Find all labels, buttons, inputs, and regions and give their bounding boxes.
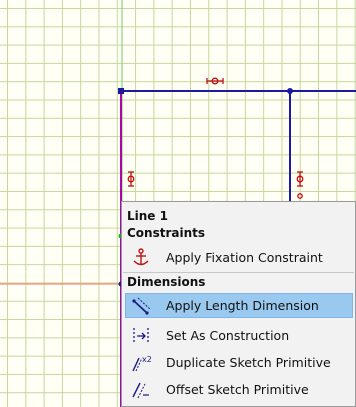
menu-separator: [123, 272, 354, 273]
menu-item-label: Apply Length Dimension: [166, 298, 319, 313]
svg-text:x2: x2: [142, 355, 152, 364]
length-dimension-icon: [132, 297, 151, 315]
apply-length-dimension-item[interactable]: Apply Length Dimension: [125, 293, 353, 318]
menu-title: Line 1: [127, 209, 168, 223]
vertical-constraint-icon[interactable]: [296, 171, 304, 199]
menu-item-label: Apply Fixation Constraint: [166, 250, 323, 265]
vertex-point[interactable]: [287, 88, 293, 94]
anchor-icon: [133, 247, 149, 265]
menu-item-label: Duplicate Sketch Primitive: [166, 355, 331, 370]
duplicate-icon: x2: [132, 355, 152, 371]
set-as-construction-item[interactable]: Set As Construction: [125, 323, 353, 348]
vertex-point[interactable]: [118, 88, 124, 94]
dimensions-header: Dimensions: [127, 275, 206, 289]
menu-item-label: Offset Sketch Primitive: [166, 382, 309, 397]
menu-item-label: Set As Construction: [166, 328, 290, 343]
context-menu: Line 1 Constraints Apply Fixation Constr…: [121, 201, 356, 407]
duplicate-sketch-primitive-item[interactable]: x2 Duplicate Sketch Primitive: [125, 350, 353, 375]
offset-icon: [132, 382, 149, 398]
apply-fixation-constraint-item[interactable]: Apply Fixation Constraint: [125, 245, 353, 270]
horizontal-constraint-icon[interactable]: [206, 77, 224, 85]
vertical-constraint-icon[interactable]: [127, 171, 135, 187]
constraints-header: Constraints: [127, 226, 206, 240]
construction-icon: [133, 327, 149, 344]
offset-sketch-primitive-item[interactable]: Offset Sketch Primitive: [125, 377, 353, 402]
